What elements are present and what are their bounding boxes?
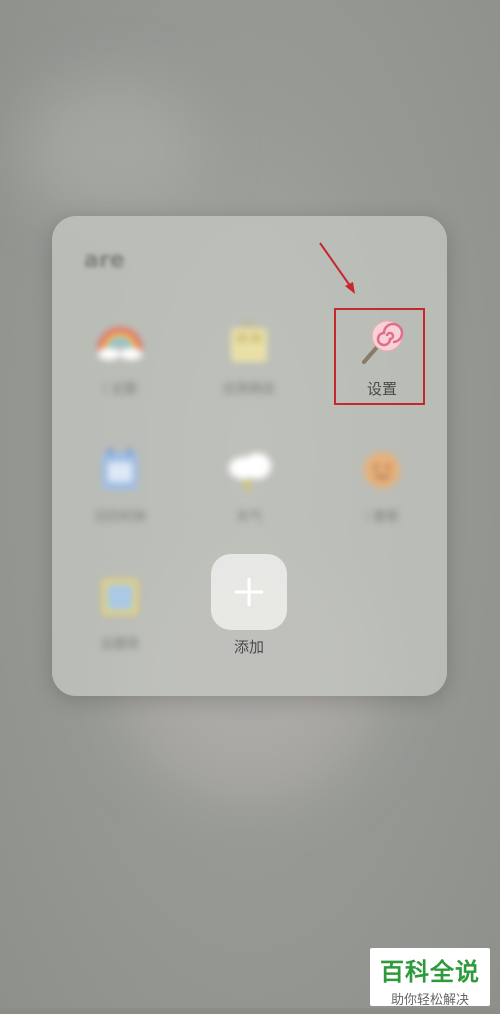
background-blur [20, 80, 200, 220]
app-label: 应用商店 [222, 382, 275, 397]
folder-title: are [84, 248, 125, 273]
highlight-box [334, 308, 425, 405]
bottom-strip [0, 1008, 500, 1014]
app-weather[interactable]: 天气 [189, 444, 309, 525]
app-manager[interactable]: i 管家 [322, 444, 442, 525]
watermark-sub: 助你轻松解决 [390, 993, 469, 1008]
app-label: 添加 [233, 638, 264, 656]
app-folder-panel: are i 主题 应用商店 设置 日历时钟 天气 i 管家 云服务 添加 [52, 216, 447, 696]
plus-icon [211, 554, 287, 630]
app-store[interactable]: 应用商店 [189, 316, 309, 397]
weather-cloud-icon [223, 444, 275, 496]
watermark-main: 百科全说 [380, 958, 480, 986]
app-label: i 管家 [365, 510, 399, 525]
app-calendar[interactable]: 日历时钟 [60, 444, 180, 525]
app-label: 日历时钟 [93, 510, 146, 525]
annotation-arrow-icon [319, 242, 355, 294]
calendar-icon [94, 444, 146, 496]
app-label: 云服务 [100, 637, 140, 652]
shopping-bag-icon [223, 316, 275, 368]
app-cloud[interactable]: 云服务 [60, 571, 180, 652]
rainbow-icon [94, 316, 146, 368]
watermark: 百科全说 助你轻松解决 [370, 948, 490, 1008]
app-label: 天气 [235, 510, 262, 525]
photo-icon [94, 571, 146, 623]
add-app-button[interactable]: 添加 [189, 554, 309, 657]
app-label: i 主题 [103, 382, 137, 397]
manager-face-icon [356, 444, 408, 496]
app-theme[interactable]: i 主题 [60, 316, 180, 397]
